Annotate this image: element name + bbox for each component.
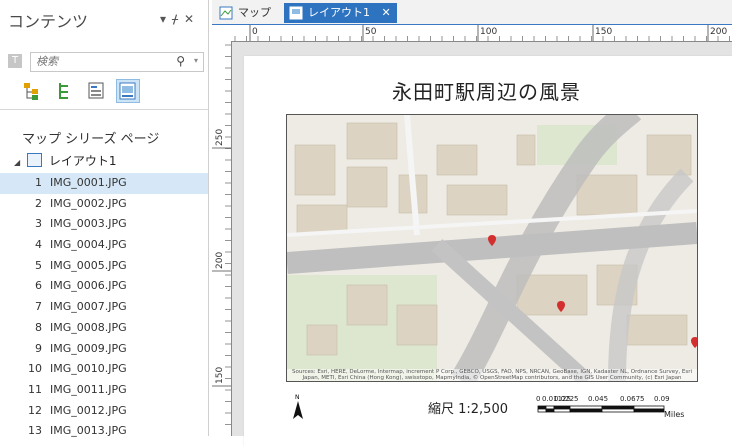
page-list-item[interactable]: 4 IMG_0004.JPG	[0, 235, 208, 256]
search-input[interactable]	[31, 53, 166, 69]
page-name: IMG_0008.JPG	[50, 320, 127, 334]
page-list-item[interactable]: 13 IMG_0013.JPG	[0, 421, 208, 442]
search-dropdown-icon[interactable]: ▾	[194, 56, 198, 65]
ruler-top-label: 100	[480, 27, 497, 37]
filter-icon[interactable]: T	[8, 54, 22, 68]
page-number: 1	[35, 176, 42, 189]
page-number: 8	[35, 320, 42, 334]
expand-triangle-icon[interactable]: ◢	[14, 158, 20, 167]
pane-options-icon[interactable]: ▾	[160, 12, 172, 26]
drawing-order-icon[interactable]	[22, 80, 44, 102]
page-list-item[interactable]: 5 IMG_0005.JPG	[0, 256, 208, 277]
page-name: IMG_0001.JPG	[50, 176, 127, 189]
page-list-item[interactable]: 7 IMG_0007.JPG	[0, 297, 208, 318]
page-number: 4	[35, 238, 42, 252]
page-number: 10	[28, 362, 42, 376]
page-name: IMG_0005.JPG	[50, 258, 127, 272]
page-name: IMG_0004.JPG	[50, 238, 127, 252]
ruler-top-label: 50	[365, 27, 377, 37]
layout-icon	[289, 6, 303, 20]
layout-canvas[interactable]: 永田町駅周辺の風景 Sources: Esri, HERE, DeLorme, …	[232, 42, 732, 446]
page-list-item[interactable]: 3 IMG_0003.JPG	[0, 214, 208, 235]
page-name: IMG_0002.JPG	[50, 196, 127, 210]
section-label: マップ シリーズ ページ	[22, 132, 160, 147]
page-list-item[interactable]: 8 IMG_0008.JPG	[0, 318, 208, 339]
page-name: IMG_0003.JPG	[50, 217, 127, 231]
page-number: 12	[28, 403, 42, 417]
page-number: 6	[35, 279, 42, 293]
page-list-item[interactable]: 10 IMG_0010.JPG	[0, 359, 208, 380]
page-list-item[interactable]: 12 IMG_0012.JPG	[0, 401, 208, 422]
ruler-top-label: 0	[252, 27, 258, 37]
layout-tree-node[interactable]: ◢ レイアウト1	[14, 152, 116, 169]
layout-title[interactable]: 永田町駅周辺の風景	[392, 76, 581, 105]
search-box[interactable]: ⚲ ▾	[30, 52, 204, 72]
map-series-pages-icon[interactable]	[116, 79, 141, 103]
layout-page[interactable]: 永田町駅周辺の風景 Sources: Esri, HERE, DeLorme, …	[244, 56, 732, 446]
page-list-item[interactable]: 1 IMG_0001.JPG	[0, 173, 208, 194]
close-pane-icon[interactable]: ✕	[184, 12, 200, 26]
scale-text[interactable]: 縮尺 1:2,500	[428, 398, 508, 417]
selection-list-icon[interactable]	[86, 80, 108, 102]
view-toolbar	[22, 79, 145, 108]
tab-layout[interactable]: レイアウト1 ✕	[284, 3, 397, 23]
page-number: 2	[35, 196, 42, 210]
page-name: IMG_0009.JPG	[50, 341, 127, 355]
page-number: 13	[28, 424, 42, 438]
page-name: IMG_0013.JPG	[50, 424, 127, 438]
north-arrow[interactable]: N	[292, 392, 304, 420]
search-area: T ⚲ ▾	[8, 52, 204, 72]
ruler-left-label: 150	[215, 367, 225, 384]
page-list-item[interactable]: 11 IMG_0011.JPG	[0, 380, 208, 401]
page-list: 1 IMG_0001.JPG 2 IMG_0002.JPG 3 IMG_0003.JPG 4…	[0, 173, 208, 442]
layout-node-label: レイアウト1	[48, 154, 117, 168]
map-frame[interactable]: Sources: Esri, HERE, DeLorme, Intermap, …	[286, 114, 698, 382]
pin-icon[interactable]: ᚋ	[172, 12, 184, 26]
tab-map[interactable]: マップ	[214, 3, 277, 23]
page-number: 5	[35, 258, 42, 272]
ruler-left-label: 200	[215, 252, 225, 269]
page-name: IMG_0006.JPG	[50, 279, 127, 293]
page-number: 11	[28, 382, 42, 396]
ruler-top-label: 150	[595, 27, 612, 37]
close-tab-icon[interactable]: ✕	[382, 6, 391, 19]
divider	[0, 109, 208, 110]
data-source-icon[interactable]	[54, 80, 76, 102]
map-attribution: Sources: Esri, HERE, DeLorme, Intermap, …	[287, 369, 697, 381]
page-list-item[interactable]: 9 IMG_0009.JPG	[0, 339, 208, 360]
north-label: N	[295, 394, 300, 401]
page-name: IMG_0007.JPG	[50, 300, 127, 314]
page-number: 3	[35, 217, 42, 231]
page-list-item[interactable]: 2 IMG_0002.JPG	[0, 194, 208, 215]
basemap	[287, 115, 697, 381]
pane-title: コンテンツ	[8, 12, 89, 31]
contents-pane: コンテンツ ▾ᚋ✕ T ⚲ ▾ マップ シリーズ ページ ◢ レイアウト1 1I…	[0, 0, 209, 437]
ruler-top-label: 200	[710, 27, 727, 37]
page-name: IMG_0012.JPG	[50, 403, 127, 417]
page-list-item[interactable]: 6 IMG_0006.JPG	[0, 276, 208, 297]
pane-window-controls[interactable]: ▾ᚋ✕	[160, 12, 200, 26]
tab-layout-label: レイアウト1	[308, 6, 370, 19]
scale-unit: Miles	[664, 410, 685, 419]
layout-icon	[26, 153, 42, 167]
ruler-corner	[212, 25, 232, 42]
map-icon	[219, 6, 233, 20]
search-icon[interactable]: ⚲	[176, 54, 185, 68]
page-name: IMG_0010.JPG	[50, 362, 127, 376]
page-number: 9	[35, 341, 42, 355]
ruler-left: 250 200 150	[212, 41, 232, 436]
tab-map-label: マップ	[238, 6, 271, 19]
ruler-left-label: 250	[215, 129, 225, 146]
page-number: 7	[35, 300, 42, 314]
page-name: IMG_0011.JPG	[50, 382, 127, 396]
ruler-top: 0 50 100 150 200	[231, 25, 732, 42]
scale-bar[interactable]: 0 0.01125 0.0225 0.045 0.0675 0.09 Miles	[536, 395, 696, 425]
view-tabs: マップ レイアウト1 ✕	[212, 0, 732, 25]
